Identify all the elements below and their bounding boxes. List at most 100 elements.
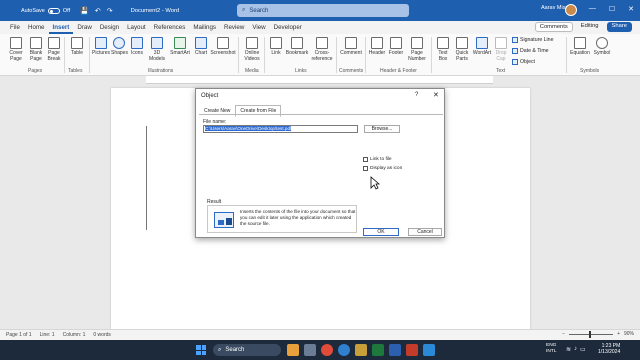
horizontal-ruler[interactable] bbox=[146, 76, 493, 84]
redo-icon[interactable]: ↷ bbox=[107, 7, 113, 15]
tab-review[interactable]: Review bbox=[220, 21, 248, 34]
undo-icon[interactable]: ↶ bbox=[95, 7, 101, 15]
folder-icon[interactable] bbox=[355, 344, 367, 356]
tab-draw[interactable]: Draw bbox=[73, 21, 95, 34]
language-indicator[interactable]: ENG INTL bbox=[546, 343, 556, 355]
text-margin-marker bbox=[146, 126, 147, 230]
clock[interactable]: 1:23 PM 1/13/2024 bbox=[598, 343, 620, 355]
taskbar-apps bbox=[287, 344, 435, 356]
result-description: Inserts the contents of the file into yo… bbox=[240, 209, 356, 226]
equation-button[interactable]: Equation bbox=[569, 37, 591, 56]
footer-button[interactable]: Footer bbox=[387, 37, 405, 56]
screenshot-button[interactable]: Screenshot bbox=[210, 37, 236, 56]
signature-line-button[interactable]: Signature Line bbox=[512, 37, 553, 43]
3d-models-button[interactable]: 3D Models bbox=[147, 37, 167, 62]
chart-button[interactable]: Chart bbox=[193, 37, 209, 56]
maximize-button[interactable]: ☐ bbox=[609, 5, 615, 13]
wordart-label: WordArt bbox=[472, 50, 492, 56]
wifi-icon[interactable]: ≋ bbox=[566, 346, 571, 353]
battery-icon[interactable]: ▭ bbox=[580, 346, 586, 353]
symbol-button[interactable]: Symbol bbox=[592, 37, 612, 56]
bookmark-button[interactable]: Bookmark bbox=[285, 37, 309, 56]
ribbon: Cover Page Blank Page Page Break Pages T… bbox=[0, 34, 640, 76]
object-button[interactable]: Object bbox=[512, 59, 535, 65]
comments-button[interactable]: Comments bbox=[534, 22, 573, 32]
powerpoint-icon[interactable] bbox=[406, 344, 418, 356]
date-time-button[interactable]: Date & Time bbox=[512, 48, 549, 54]
pictures-label: Pictures bbox=[92, 50, 111, 56]
tab-developer[interactable]: Developer bbox=[270, 21, 306, 34]
autosave[interactable]: AutoSave Off bbox=[21, 7, 70, 14]
word-count[interactable]: 0 words bbox=[93, 332, 111, 338]
share-button[interactable]: Share bbox=[606, 22, 632, 32]
pictures-button[interactable]: Pictures bbox=[92, 37, 110, 56]
quick-parts-button[interactable]: Quick Parts bbox=[453, 37, 471, 62]
text-box-button[interactable]: Text Box bbox=[434, 37, 452, 62]
chart-icon bbox=[195, 37, 207, 49]
cancel-button[interactable]: Cancel bbox=[408, 228, 442, 236]
zoom-slider[interactable] bbox=[569, 330, 614, 338]
page-break-button[interactable]: Page Break bbox=[46, 37, 62, 62]
close-window-button[interactable]: ✕ bbox=[628, 5, 634, 13]
header-label: Header bbox=[368, 50, 386, 56]
page-count[interactable]: Page 1 of 1 bbox=[6, 332, 32, 338]
cover-page-button[interactable]: Cover Page bbox=[6, 37, 26, 62]
tab-design[interactable]: Design bbox=[96, 21, 123, 34]
wordart-button[interactable]: WordArt bbox=[472, 37, 492, 56]
header-button[interactable]: Header bbox=[368, 37, 386, 56]
minimize-button[interactable]: — bbox=[589, 5, 596, 13]
tab-mailings[interactable]: Mailings bbox=[189, 21, 220, 34]
excel-icon[interactable] bbox=[372, 344, 384, 356]
mail-icon[interactable] bbox=[423, 344, 435, 356]
file-explorer-icon[interactable] bbox=[287, 344, 299, 356]
smartart-button[interactable]: SmartArt bbox=[169, 37, 191, 56]
online-videos-button[interactable]: Online Videos bbox=[242, 37, 262, 62]
zoom-in-icon[interactable]: + bbox=[617, 331, 620, 337]
link-button[interactable]: Link bbox=[268, 37, 284, 56]
tab-insert[interactable]: Insert bbox=[48, 21, 74, 34]
editing-button[interactable]: Editing bbox=[577, 22, 603, 32]
save-icon[interactable]: 💾 bbox=[80, 7, 89, 15]
settings-app-icon[interactable] bbox=[304, 344, 316, 356]
edge-icon[interactable] bbox=[338, 344, 350, 356]
cover-page-label: Cover Page bbox=[9, 50, 23, 62]
zoom-level[interactable]: 90% bbox=[624, 331, 634, 337]
table-button[interactable]: Table bbox=[68, 37, 86, 56]
browse-button[interactable]: Browse... bbox=[364, 125, 400, 133]
shapes-button[interactable]: Shapes bbox=[111, 37, 128, 56]
display-as-icon-checkbox[interactable]: Display as icon bbox=[363, 166, 402, 171]
autosave-toggle[interactable] bbox=[47, 7, 60, 14]
avatar[interactable] bbox=[565, 4, 577, 16]
tab-actions: Comments Editing Share bbox=[534, 22, 632, 32]
page-break-icon bbox=[48, 37, 60, 49]
link-to-file-checkbox[interactable]: Link to file bbox=[363, 157, 392, 162]
taskbar-search[interactable]: ⌕ Search bbox=[213, 344, 281, 356]
group-symbols: Symbols bbox=[580, 68, 600, 74]
tab-references[interactable]: References bbox=[150, 21, 190, 34]
group-text: Text bbox=[496, 68, 506, 74]
tab-home[interactable]: Home bbox=[24, 21, 49, 34]
icons-button[interactable]: Icons bbox=[129, 37, 145, 56]
close-dialog-button[interactable]: ✕ bbox=[433, 91, 439, 99]
tab-view[interactable]: View bbox=[248, 21, 269, 34]
comment-button[interactable]: Comment bbox=[340, 37, 362, 56]
tab-layout[interactable]: Layout bbox=[123, 21, 150, 34]
volume-icon[interactable]: ♪ bbox=[574, 346, 577, 353]
zoom-out-icon[interactable]: − bbox=[562, 331, 565, 337]
zoom-thumb[interactable] bbox=[589, 330, 592, 338]
drop-cap-button[interactable]: Drop Cap bbox=[493, 37, 509, 62]
tab-file[interactable]: File bbox=[6, 21, 24, 34]
search-box[interactable]: ⌕ Search bbox=[237, 4, 409, 17]
blank-page-icon bbox=[30, 37, 42, 49]
page-number-button[interactable]: Page Number bbox=[406, 37, 428, 62]
cross-reference-button[interactable]: Cross-reference bbox=[310, 37, 334, 62]
windows-start-icon[interactable] bbox=[196, 345, 206, 355]
chrome-icon[interactable] bbox=[321, 344, 333, 356]
ok-button[interactable]: OK bbox=[363, 228, 399, 236]
word-icon[interactable] bbox=[389, 344, 401, 356]
blank-page-button[interactable]: Blank Page bbox=[28, 37, 44, 62]
file-name-input[interactable]: C:\Users\Aarav\OneDrive\Desktop\test.pdf bbox=[203, 125, 358, 133]
help-button[interactable]: ? bbox=[415, 92, 418, 98]
search-placeholder: Search bbox=[249, 7, 269, 14]
group-illustrations: Illustrations bbox=[148, 68, 174, 74]
